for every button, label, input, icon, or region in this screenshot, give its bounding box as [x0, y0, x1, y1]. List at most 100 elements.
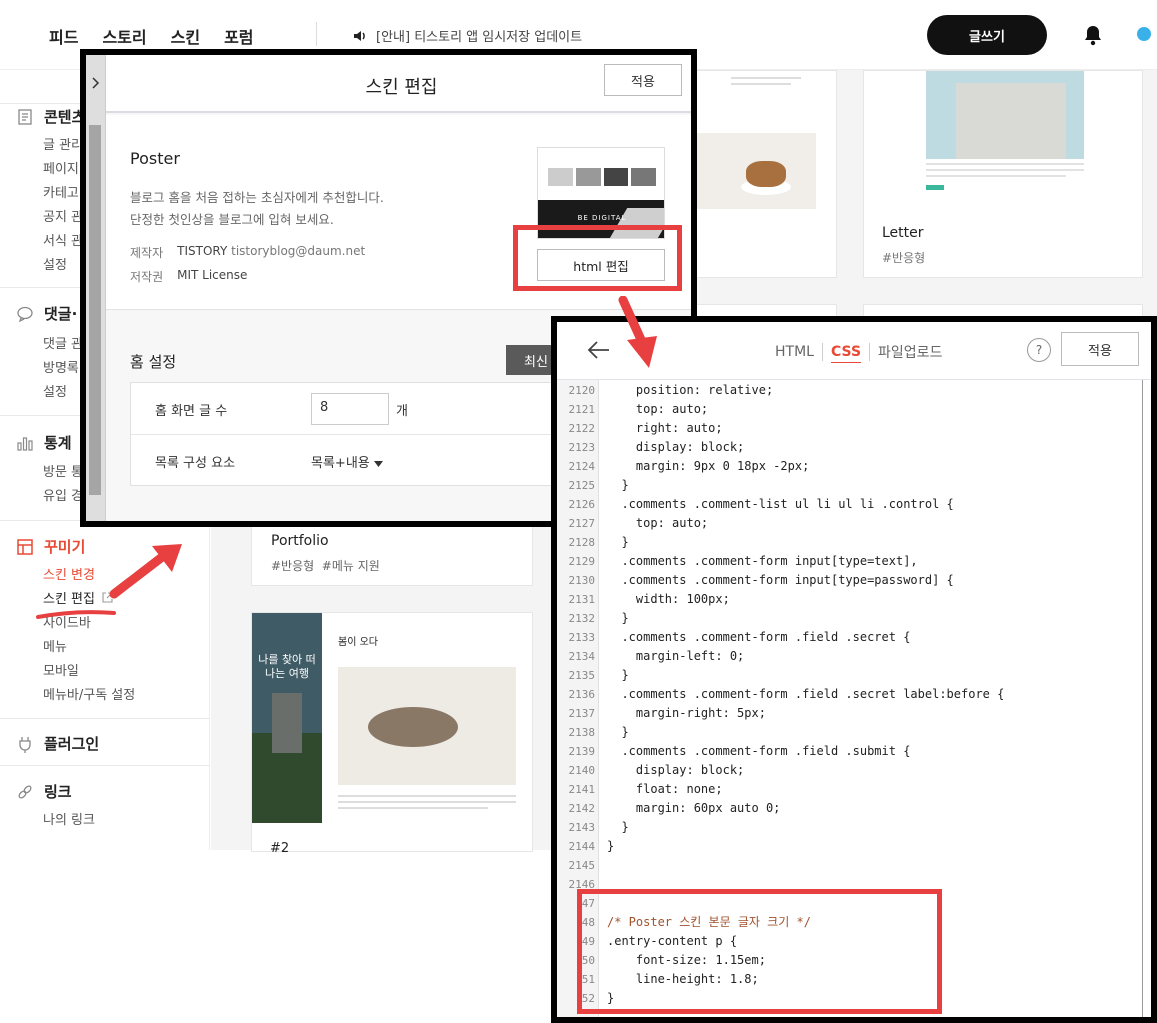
tab-file-upload[interactable]: 파일업로드 [870, 342, 950, 362]
thumb-image-row [548, 168, 656, 186]
sidebar-item-my-links[interactable]: 나의 링크 [43, 809, 95, 828]
code-line[interactable]: 2141 float: none; [557, 780, 1151, 799]
code-line[interactable]: 2138 } [557, 723, 1151, 742]
code-line[interactable]: 2122 right: auto; [557, 419, 1151, 438]
code-line[interactable]: 2143 } [557, 818, 1151, 837]
cat-shape [368, 707, 458, 747]
line-text: } [607, 725, 629, 739]
code-line[interactable]: 2120 position: relative; [557, 381, 1151, 400]
arrow-left-icon[interactable] [587, 340, 611, 360]
code-line[interactable]: 2121 top: auto; [557, 400, 1151, 419]
arrow-annotation-icon [618, 296, 657, 368]
list-element-select[interactable]: 목록+내용 [311, 452, 383, 471]
tab-css[interactable]: CSS [823, 344, 869, 360]
code-line[interactable]: 2128 } [557, 533, 1151, 552]
sidebar-section-plugins[interactable]: 플러그인 [16, 733, 99, 754]
line-number: 2135 [568, 669, 596, 682]
line-text: } [607, 839, 615, 853]
sidebar-item-skin-edit[interactable]: 스킨 편집 [43, 588, 113, 607]
sidebar-section-content[interactable]: 콘텐츠 [16, 106, 85, 127]
help-button[interactable]: ? [1027, 338, 1051, 362]
sidebar-item-guestbook[interactable]: 방명록 [43, 357, 79, 376]
sidebar-item-pages[interactable]: 페이지 [43, 158, 79, 177]
line-text: margin-left: 0; [607, 649, 745, 663]
code-line[interactable]: 2124 margin: 9px 0 18px -2px; [557, 457, 1151, 476]
line-text: right: auto; [607, 421, 723, 435]
sidebar-section-links[interactable]: 링크 [16, 781, 72, 802]
sidebar-item-sidebar[interactable]: 사이드바 [43, 612, 91, 631]
editor-apply-button[interactable]: 적용 [1061, 332, 1139, 366]
notice-bar[interactable]: [안내] 티스토리 앱 임시저장 업데이트 [352, 26, 582, 45]
skin-description: 블로그 홈을 처음 접하는 초심자에게 추천합니다. 단정한 첫인상을 블로그에… [130, 187, 384, 231]
sidebar-section-decorate[interactable]: 꾸미기 [16, 536, 85, 557]
chevron-right-icon[interactable] [91, 77, 101, 89]
bar-chart-icon [17, 436, 33, 451]
post-count-label: 홈 화면 글 수 [155, 404, 228, 419]
speaker-icon [354, 30, 365, 41]
code-line[interactable]: 2135 } [557, 666, 1151, 685]
sidebar-item-notice[interactable]: 공지 관 [43, 206, 83, 225]
sidebar-item-mobile[interactable]: 모바일 [43, 660, 79, 679]
line-text: .comments .comment-list ul li ul li .con… [607, 497, 954, 511]
code-line[interactable]: 2134 margin-left: 0; [557, 647, 1151, 666]
tab-html[interactable]: HTML [767, 344, 822, 360]
sidebar-item-category[interactable]: 카테고 [43, 182, 79, 201]
sidebar-section-stats[interactable]: 통계 [16, 432, 72, 453]
write-button[interactable]: 글쓰기 [927, 15, 1047, 55]
code-line[interactable]: 2131 width: 100px; [557, 590, 1151, 609]
thumb-tile [603, 168, 629, 186]
sidebar-section-comments[interactable]: 댓글· [16, 303, 77, 324]
sidebar-item-visit-stats[interactable]: 방문 통 [43, 461, 83, 480]
bell-icon[interactable] [1083, 24, 1103, 46]
nav-feed[interactable]: 피드 [49, 24, 78, 48]
sidebar-item-menu[interactable]: 메뉴 [43, 636, 67, 655]
line-text: } [607, 535, 629, 549]
skin-apply-button[interactable]: 적용 [604, 64, 682, 96]
scroll-thumb[interactable] [89, 125, 101, 495]
post-count-input[interactable]: 8 [311, 393, 389, 425]
thumb-tile [575, 168, 601, 186]
code-line[interactable]: 2125 } [557, 476, 1151, 495]
panel-scrollbar[interactable] [86, 55, 106, 521]
sidebar-item-comment-settings[interactable]: 설정 [43, 381, 67, 400]
profile-avatar[interactable] [1137, 27, 1151, 41]
skin-card-2[interactable]: 나를 찾아 떠나는 여행 봄이 오다 #2 [251, 612, 533, 856]
sidebar-item-skin-change[interactable]: 스킨 변경 [43, 564, 95, 583]
code-line[interactable]: 2140 display: block; [557, 761, 1151, 780]
sidebar-item-content-settings[interactable]: 설정 [43, 254, 67, 273]
code-line[interactable]: 2127 top: auto; [557, 514, 1151, 533]
portfolio-skin-name: Portfolio [271, 533, 329, 549]
letter-skin-tags: #반응형 [882, 251, 926, 265]
code-line[interactable]: 2123 display: block; [557, 438, 1151, 457]
sidebar-item-templates[interactable]: 서식 관 [43, 230, 83, 249]
code-line[interactable]: 2132 } [557, 609, 1151, 628]
code-line[interactable]: 2144} [557, 837, 1151, 856]
code-line[interactable]: 2142 margin: 60px auto 0; [557, 799, 1151, 818]
sidebar-item-referrer[interactable]: 유입 경 [43, 485, 83, 504]
sidebar-item-menubar[interactable]: 메뉴바/구독 설정 [43, 684, 135, 703]
line-text: } [607, 668, 629, 682]
code-line[interactable]: 2137 margin-right: 5px; [557, 704, 1151, 723]
line-number: 2128 [568, 536, 596, 549]
sidebar-item-comments[interactable]: 댓글 관 [43, 333, 83, 352]
letter-thumbnail [926, 71, 1084, 159]
editor-scrollbar[interactable] [1142, 380, 1151, 1017]
line-number: 2142 [568, 802, 596, 815]
code-line[interactable]: 2136 .comments .comment-form .field .sec… [557, 685, 1151, 704]
code-line[interactable]: 2130 .comments .comment-form input[type=… [557, 571, 1151, 590]
skin-card-portfolio[interactable]: Portfolio #반응형 #메뉴 지원 [251, 520, 533, 586]
code-line[interactable]: 2126 .comments .comment-list ul li ul li… [557, 495, 1151, 514]
sidebar-item-posts[interactable]: 글 관리 [43, 134, 83, 153]
caret-down-icon [373, 461, 383, 467]
code-line[interactable]: 2133 .comments .comment-form .field .sec… [557, 628, 1151, 647]
code-line[interactable]: 2145 [557, 856, 1151, 875]
line-number: 2124 [568, 460, 596, 473]
skin-card-preview[interactable] [690, 70, 837, 278]
nav-story[interactable]: 스토리 [102, 24, 146, 48]
nav-skin[interactable]: 스킨 [171, 24, 200, 48]
code-line[interactable]: 2139 .comments .comment-form .field .sub… [557, 742, 1151, 761]
nav-forum[interactable]: 포럼 [224, 24, 253, 48]
code-line[interactable]: 2129 .comments .comment-form input[type=… [557, 552, 1151, 571]
line-text: top: auto; [607, 402, 709, 416]
skin-card-letter[interactable]: Letter #반응형 [863, 70, 1143, 278]
